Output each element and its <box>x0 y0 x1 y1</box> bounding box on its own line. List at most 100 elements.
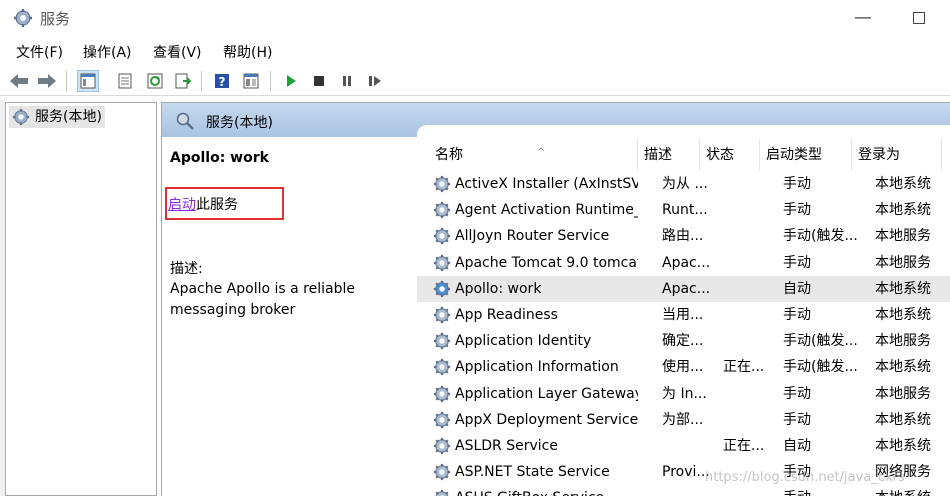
cell-description: Runt... <box>662 202 708 219</box>
title-bar: 服务 — <box>0 0 950 36</box>
table-row[interactable]: ASLDR Service 正在... 自动 本地系统 <box>417 433 950 459</box>
window-title: 服务 <box>40 10 71 28</box>
table-row[interactable]: Application Information 使用... 正在... 手动(触发..… <box>417 354 950 380</box>
service-gear-icon <box>433 202 451 219</box>
cell-description: 使用... <box>662 359 704 376</box>
table-row[interactable]: Application Layer Gateway ... 为 In... 手动 本地… <box>417 381 950 407</box>
start-icon[interactable] <box>280 70 302 92</box>
detail-pane: Apollo: work 启动此服务 描述: Apache Apollo is … <box>162 137 416 496</box>
cell-logon-as: 本地系统 <box>875 438 931 454</box>
tree-item-label: 服务(本地) <box>35 109 102 125</box>
sort-caret-icon: ^ <box>537 147 546 158</box>
service-gear-icon <box>433 333 451 350</box>
cell-logon-as: 本地系统 <box>875 411 931 428</box>
cell-status: 正在... <box>723 359 765 376</box>
cell-status: 正在... <box>723 438 765 454</box>
cell-status <box>723 485 773 496</box>
menu-file[interactable]: 文件(F) <box>16 42 63 62</box>
cell-status <box>723 171 773 197</box>
cell-description: Apac... <box>662 254 711 271</box>
start-service-line: 启动此服务 <box>168 194 238 214</box>
table-row[interactable]: ActiveX Installer (AxInstSV) 为从 ... 手动 本地系统 <box>417 171 950 197</box>
column-header-status[interactable]: 状态 <box>700 139 760 171</box>
cell-startup-type: 手动 <box>783 385 811 402</box>
cell-startup-type: 自动 <box>783 280 811 297</box>
service-gear-icon <box>433 411 451 428</box>
cell-logon-as: 本地系统 <box>875 202 931 219</box>
column-header-startup-type[interactable]: 启动类型 <box>760 139 852 171</box>
cell-name: ASLDR Service <box>431 433 638 459</box>
cell-startup-type: 手动(触发... <box>783 333 858 350</box>
description-label: 描述: <box>170 261 203 277</box>
minimize-button[interactable]: — <box>851 6 875 30</box>
menu-action[interactable]: 操作(A) <box>83 42 132 62</box>
back-icon[interactable] <box>8 70 30 92</box>
cell-name: Application Information <box>431 354 638 380</box>
cell-logon-as: 本地服务 <box>875 254 931 271</box>
cell-status <box>723 223 773 249</box>
cell-description <box>662 433 717 459</box>
svg-text:?: ? <box>219 75 226 89</box>
cell-status <box>723 302 773 328</box>
watermark: https://blog.csdn.net/java_cxrs <box>705 470 905 485</box>
service-gear-icon <box>433 280 451 297</box>
table-row[interactable]: AppX Deployment Service ... 为部... 手动 本地系统 <box>417 407 950 433</box>
refresh-icon[interactable] <box>144 70 166 92</box>
service-gear-icon <box>433 306 451 324</box>
cell-name: Apollo: work <box>431 276 638 302</box>
table-row[interactable]: Application Identity 确定... 手动(触发... 本地服务 <box>417 328 950 354</box>
service-gear-icon <box>433 175 451 193</box>
properties-icon[interactable] <box>114 70 136 92</box>
column-header-logon-as[interactable]: 登录为 <box>852 139 942 171</box>
tree-item-services-local[interactable]: 服务(本地) <box>9 106 105 128</box>
cell-name: Application Identity <box>431 328 638 354</box>
help-icon[interactable]: ? <box>211 70 233 92</box>
cell-description: 为 In... <box>662 385 707 402</box>
maximize-button[interactable] <box>907 6 931 30</box>
service-gear-icon <box>433 464 451 481</box>
table-tab-notch <box>417 125 950 139</box>
stop-icon[interactable] <box>308 70 330 92</box>
tree-panel: 服务(本地) <box>5 102 157 496</box>
table-header: ^ 名称 描述 状态 启动类型 登录为 <box>417 139 950 171</box>
forward-icon[interactable] <box>36 70 58 92</box>
export-icon[interactable] <box>172 70 194 92</box>
service-gear-icon <box>433 385 451 402</box>
toolbar-separator <box>66 71 67 91</box>
table-row[interactable]: AllJoyn Router Service 路由... 手动(触发... 本地服务 <box>417 223 950 249</box>
services-search-icon <box>176 112 194 130</box>
table-row[interactable]: Apache Tomcat 9.0 tomcat9 Apac... 手动 本地服务 <box>417 250 950 276</box>
service-gear-icon <box>433 254 451 271</box>
pause-icon[interactable] <box>336 70 358 92</box>
cell-name: ASUS GiftBox Service <box>431 485 638 496</box>
table-row[interactable]: ASUS GiftBox Service 手动本地系统 <box>417 485 950 496</box>
cell-name: App Readiness <box>431 302 638 328</box>
cell-status <box>723 381 773 407</box>
cell-status <box>723 276 773 302</box>
description-text: Apache Apollo is a reliable messaging br… <box>170 281 355 318</box>
show-tree-icon[interactable] <box>77 70 99 92</box>
cell-status <box>723 250 773 276</box>
toolbar: ? <box>0 66 950 96</box>
console-icon[interactable] <box>240 70 262 92</box>
services-gear-icon <box>14 9 32 27</box>
menu-help[interactable]: 帮助(H) <box>223 42 272 62</box>
menu-view[interactable]: 查看(V) <box>153 42 202 62</box>
column-header-name[interactable]: ^ 名称 <box>417 139 638 171</box>
services-panel: 服务(本地) Apollo: work 启动此服务 描述: Apache Apo… <box>161 102 950 496</box>
restart-icon[interactable] <box>364 70 386 92</box>
start-service-link[interactable]: 启动 <box>168 197 196 213</box>
cell-name: AllJoyn Router Service <box>431 223 638 249</box>
service-gear-icon <box>433 359 451 376</box>
table-row[interactable]: Apollo: work Apac... 自动 本地系统 <box>417 275 950 302</box>
start-service-suffix: 此服务 <box>196 197 238 213</box>
cell-logon-as: 本地系统 <box>875 307 931 323</box>
services-table: ^ 名称 描述 状态 启动类型 登录为 ActiveX Installer (A… <box>417 139 950 496</box>
cell-name: AppX Deployment Service ... <box>431 407 638 433</box>
table-row[interactable]: Agent Activation Runtime_... Runt... 手动 本地系… <box>417 197 950 223</box>
cell-startup-type: 手动 <box>783 411 811 428</box>
cell-logon-as: 本地服务 <box>875 333 931 350</box>
column-header-description[interactable]: 描述 <box>638 139 700 171</box>
table-row[interactable]: App Readiness 当用... 手动 本地系统 <box>417 302 950 328</box>
cell-logon-as: 本地系统 <box>875 359 931 376</box>
